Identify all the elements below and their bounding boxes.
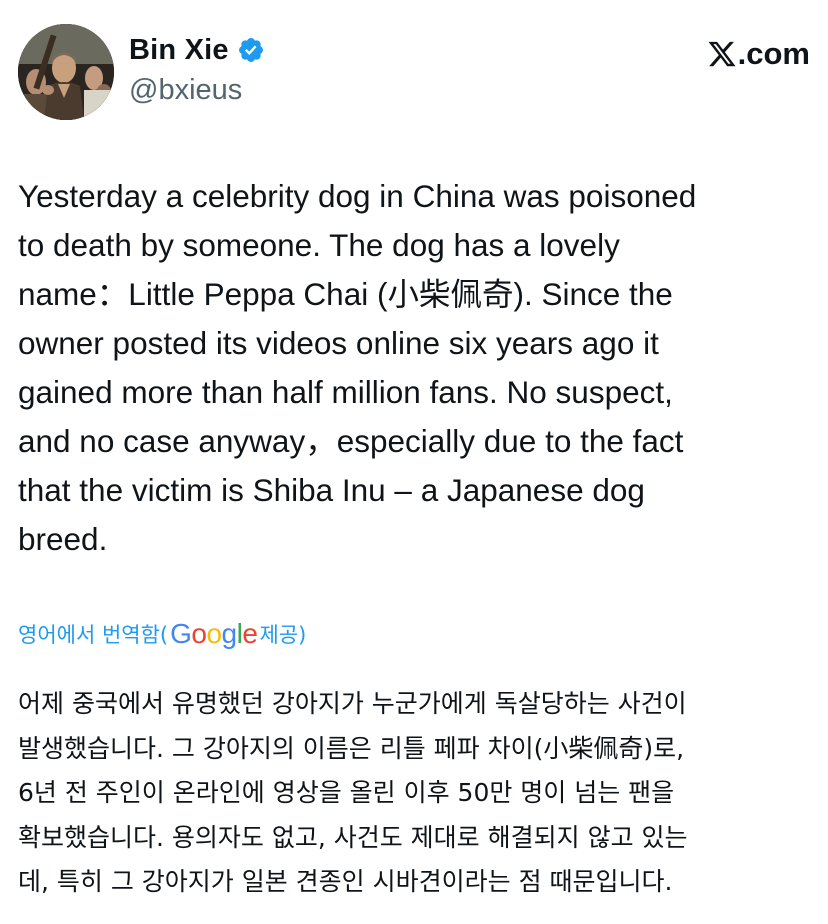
google-letter: o — [206, 618, 222, 649]
translation-prefix: 영어에서 번역함( — [18, 623, 169, 647]
display-name[interactable]: Bin Xie — [129, 34, 229, 67]
translation-attribution[interactable]: 영어에서 번역함( Google 제공) — [18, 614, 306, 654]
profile-photo-icon — [18, 24, 114, 120]
google-letter: g — [221, 618, 238, 649]
x-com-branding[interactable]: .com — [707, 34, 810, 74]
tweet-header: Bin Xie @bxieus .com — [18, 24, 810, 120]
translation-suffix: 제공) — [259, 623, 307, 647]
display-name-row: Bin Xie — [129, 30, 265, 70]
author-info: Bin Xie @bxieus — [129, 30, 265, 107]
handle[interactable]: @bxieus — [129, 74, 265, 107]
site-suffix: .com — [737, 36, 810, 71]
google-letter: o — [191, 618, 207, 649]
google-letter: e — [242, 618, 258, 649]
avatar[interactable] — [18, 24, 114, 120]
x-logo-icon — [708, 41, 736, 67]
google-letter: G — [170, 618, 192, 649]
google-logo-icon: Google — [170, 618, 258, 650]
tweet-text: Yesterday a celebrity dog in China was p… — [18, 178, 697, 557]
translated-text: 어제 중국에서 유명했던 강아지가 누군가에게 독살당하는 사건이 발생했습니다… — [18, 689, 688, 896]
verified-badge-icon — [238, 38, 263, 62]
